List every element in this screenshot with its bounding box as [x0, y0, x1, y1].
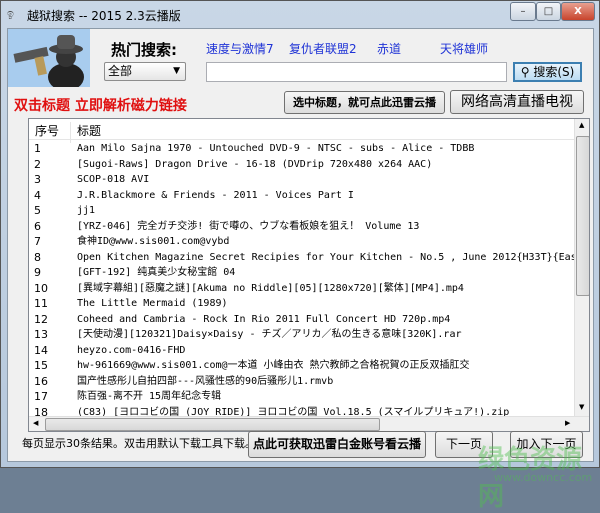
row-index: 8 — [34, 250, 41, 264]
app-icon: ඉ — [7, 7, 14, 20]
row-title: Aan Milo Sajna 1970 - Untouched DVD-9 - … — [77, 143, 475, 154]
row-index: 13 — [34, 328, 48, 341]
hint-text: 双击标题 立即解析磁力链接 — [14, 98, 187, 114]
search-button[interactable]: ⚲ 搜索(S) — [513, 62, 582, 82]
get-account-button[interactable]: 点此可获取迅雷白金账号看云播 — [248, 431, 426, 458]
table-row[interactable]: 11 The Little Mermaid (1989) — [29, 296, 574, 312]
hot-link-4[interactable]: 天将雄师 — [440, 40, 488, 57]
hot-link-2[interactable]: 复仇者联盟2 — [289, 40, 357, 57]
status-text: 每页显示30条结果。双击用默认下载工具下载。 — [22, 437, 256, 450]
row-title: J.R.Blackmore & Friends - 2011 - Voices … — [77, 189, 354, 201]
row-title: hw-961669@www.sis001.com@一本道 小峰由衣 熱穴教師之合… — [77, 360, 470, 371]
row-index: 4 — [34, 188, 41, 202]
row-title: heyzo.com-0416-FHD — [77, 344, 186, 356]
row-index: 10 — [34, 281, 48, 295]
row-title: [天使动漫][120321]Daisy×Daisy - チズ／アリカ／私の生きる… — [77, 329, 462, 340]
column-divider[interactable] — [70, 122, 71, 143]
scroll-right-icon[interactable]: ▶ — [565, 419, 570, 427]
row-index: 15 — [34, 359, 48, 372]
table-row[interactable]: 12 Coheed and Cambria - Rock In Rio 2011 … — [29, 312, 574, 328]
horizontal-scroll-thumb[interactable] — [45, 418, 380, 431]
category-value: 全部 — [108, 64, 133, 78]
row-title: [Sugoi-Raws] Dragon Drive - 16-18 (DVDri… — [77, 158, 433, 170]
horizontal-scrollbar[interactable]: ◀ ▶ — [29, 416, 589, 431]
category-select[interactable]: 全部 ▼ — [104, 62, 186, 81]
hot-search-label: 热门搜索: — [111, 41, 177, 59]
row-title: 陈百强-离不开 15周年纪念专辑 — [77, 391, 222, 402]
table-row[interactable]: 5 jj1 — [29, 203, 574, 219]
table-row[interactable]: 8 Open Kitchen Magazine Secret Recipies f… — [29, 250, 574, 266]
minimize-button[interactable]: – — [510, 2, 536, 21]
hot-link-1[interactable]: 速度与激情7 — [206, 40, 274, 57]
table-row[interactable]: 1 Aan Milo Sajna 1970 - Untouched DVD-9 -… — [29, 141, 574, 157]
row-index: 17 — [34, 390, 48, 403]
table-row[interactable]: 14 heyzo.com-0416-FHD — [29, 343, 574, 359]
list-header: 序号 标题 — [29, 119, 574, 143]
table-row[interactable]: 13 [天使动漫][120321]Daisy×Daisy - チズ／アリカ／私の生… — [29, 327, 574, 343]
row-title: [YRZ-046] 完全ガチ交渉! 街で噂の、ウブな看板娘を狙え！ Volume… — [77, 220, 420, 232]
column-header-title[interactable]: 标题 — [77, 122, 101, 139]
table-row[interactable]: 6 [YRZ-046] 完全ガチ交渉! 街で噂の、ウブな看板娘を狙え！ Volum… — [29, 219, 574, 235]
row-index: 7 — [34, 235, 41, 248]
row-index: 16 — [34, 374, 48, 388]
maximize-button[interactable]: □ — [536, 2, 561, 21]
row-title: Open Kitchen Magazine Secret Recipies fo… — [77, 251, 574, 263]
table-row[interactable]: 9 [GFT-192] 纯真美少女秘宝館 04 — [29, 265, 574, 281]
column-header-index[interactable]: 序号 — [35, 122, 59, 139]
title-bar[interactable]: ඉ 越狱搜索 -- 2015 2.3云播版 – □ X — [1, 1, 599, 28]
watermark-url: www.downcc.com — [494, 471, 593, 484]
scroll-left-icon[interactable]: ◀ — [33, 419, 38, 427]
vertical-scroll-thumb[interactable] — [576, 136, 589, 296]
table-row[interactable]: 16 国产性感彤儿自拍四部---风骚性感的90后骚彤儿1.rmvb — [29, 374, 574, 390]
row-title: Coheed and Cambria - Rock In Rio 2011 Fu… — [77, 313, 451, 325]
table-row[interactable]: 10 [異域字幕組][惡魔之謎][Akuma no Riddle][05][128… — [29, 281, 574, 297]
table-row[interactable]: 2 [Sugoi-Raws] Dragon Drive - 16-18 (DVDr… — [29, 157, 574, 173]
hot-link-3[interactable]: 赤道 — [377, 40, 401, 57]
row-index: 14 — [34, 343, 48, 357]
row-index: 2 — [34, 157, 41, 171]
live-tv-button[interactable]: 网络高清直播电视 — [450, 90, 584, 114]
row-index: 3 — [34, 173, 41, 186]
row-index: 9 — [34, 266, 41, 279]
search-input[interactable] — [206, 62, 507, 82]
chevron-down-icon: ▼ — [173, 66, 180, 76]
row-title: The Little Mermaid (1989) — [77, 298, 228, 309]
row-title: SCOP-018 AVI — [77, 174, 150, 185]
table-row[interactable]: 4 J.R.Blackmore & Friends - 2011 - Voices… — [29, 188, 574, 204]
row-title: [GFT-192] 纯真美少女秘宝館 04 — [77, 267, 236, 278]
row-index: 6 — [34, 219, 41, 233]
search-button-label: 搜索(S) — [533, 65, 575, 79]
app-window: ඉ 越狱搜索 -- 2015 2.3云播版 – □ X 热门搜索: 速度与激情7… — [0, 0, 600, 512]
scroll-down-icon[interactable]: ▼ — [579, 403, 584, 411]
row-title: [異域字幕組][惡魔之謎][Akuma no Riddle][05][1280x… — [77, 282, 464, 294]
table-row[interactable]: 7 食神ID@www.sis001.com@vybd — [29, 234, 574, 250]
row-index: 5 — [34, 204, 41, 217]
scroll-up-icon[interactable]: ▲ — [579, 121, 584, 129]
spy-logo-icon — [8, 29, 90, 91]
row-index: 1 — [34, 142, 41, 155]
table-row[interactable]: 3 SCOP-018 AVI — [29, 172, 574, 188]
vertical-scrollbar[interactable]: ▲ ▼ — [574, 119, 589, 416]
row-title: 食神ID@www.sis001.com@vybd — [77, 236, 230, 247]
main-panel: 热门搜索: 速度与激情7 复仇者联盟2 赤道 天将雄师 全部 ▼ ⚲ 搜索(S) … — [7, 28, 594, 512]
row-title: jj1 — [77, 205, 96, 216]
row-index: 12 — [34, 312, 48, 326]
close-button[interactable]: X — [561, 2, 595, 21]
row-title: 国产性感彤儿自拍四部---风骚性感的90后骚彤儿1.rmvb — [77, 375, 334, 387]
window-title: 越狱搜索 -- 2015 2.3云播版 — [27, 9, 181, 23]
table-row[interactable]: 17 陈百强-离不开 15周年纪念专辑 — [29, 389, 574, 405]
search-icon: ⚲ — [520, 65, 534, 79]
results-list[interactable]: 序号 标题 1 Aan Milo Sajna 1970 - Untouched D… — [28, 118, 590, 432]
cloud-play-button[interactable]: 选中标题，就可点此迅雷云播 — [284, 91, 445, 114]
row-index: 11 — [34, 297, 48, 310]
table-row[interactable]: 15 hw-961669@www.sis001.com@一本道 小峰由衣 熱穴教師… — [29, 358, 574, 374]
